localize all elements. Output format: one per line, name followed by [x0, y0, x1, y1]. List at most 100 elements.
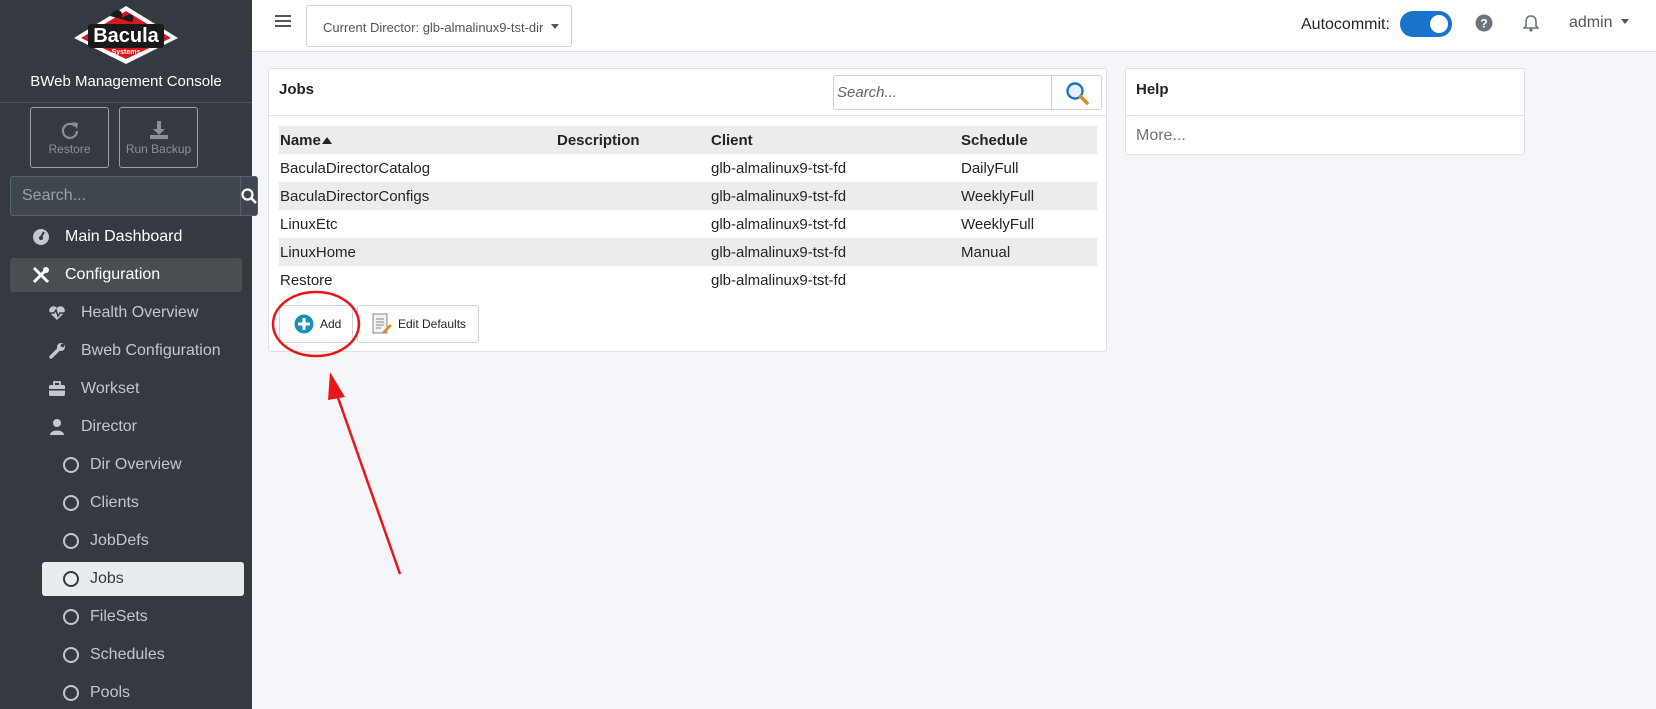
nav-jobdefs[interactable]: JobDefs: [42, 524, 244, 558]
table-row[interactable]: BaculaDirectorConfigs glb-almalinux9-tst…: [279, 182, 1097, 210]
table-header-row: Name Description Client Schedule: [279, 126, 1097, 154]
jobs-search: [833, 75, 1102, 110]
bacula-logo[interactable]: Bacula Systems: [66, 4, 186, 66]
cell-name: BaculaDirectorConfigs: [279, 182, 556, 210]
help-card: Help More...: [1125, 68, 1525, 155]
annotation-arrow-line: [334, 391, 402, 575]
dashboard-icon: [30, 228, 52, 246]
sidebar-nav: Main Dashboard Configuration Health Over…: [0, 220, 252, 709]
chevron-down-icon: [551, 24, 560, 29]
nav-workset[interactable]: Workset: [10, 372, 242, 406]
table-row[interactable]: LinuxEtc glb-almalinux9-tst-fd WeeklyFul…: [279, 210, 1097, 238]
action-row: Restore Run Backup: [0, 103, 252, 173]
jobs-card-title: Jobs: [279, 81, 315, 98]
add-job-button[interactable]: Add: [279, 305, 353, 343]
logo-subtext: Systems: [112, 49, 141, 56]
top-navbar: Current Director: glb-almalinux9-tst-dir…: [252, 0, 1656, 52]
cell-name: BaculaDirectorCatalog: [279, 154, 556, 182]
nav-workset-label: Workset: [81, 380, 140, 397]
circle-icon: [62, 533, 80, 549]
nav-configuration-label: Configuration: [65, 266, 161, 283]
column-header-schedule[interactable]: Schedule: [960, 126, 1097, 154]
nav-pools[interactable]: Pools: [42, 676, 244, 709]
edit-defaults-label: Edit Defaults: [398, 317, 467, 331]
nav-schedules[interactable]: Schedules: [42, 638, 244, 672]
edit-defaults-button[interactable]: Edit Defaults: [357, 305, 479, 343]
logo-text: Bacula: [93, 25, 159, 47]
cell-client: glb-almalinux9-tst-fd: [710, 210, 960, 238]
jobs-search-input[interactable]: [833, 75, 1052, 110]
restore-label: Restore: [48, 142, 91, 156]
nav-configuration[interactable]: Configuration: [10, 258, 242, 292]
column-header-client[interactable]: Client: [710, 126, 960, 154]
cell-client: glb-almalinux9-tst-fd: [710, 154, 960, 182]
cell-client: glb-almalinux9-tst-fd: [710, 266, 960, 294]
plus-circle-icon: [294, 314, 314, 334]
nav-health-overview[interactable]: Health Overview: [10, 296, 242, 330]
nav-bweb-configuration[interactable]: Bweb Configuration: [10, 334, 242, 368]
nav-director-label: Director: [81, 418, 138, 435]
user-menu[interactable]: admin: [1569, 14, 1629, 32]
tools-icon: [30, 266, 52, 284]
help-card-title: Help: [1136, 81, 1169, 98]
table-row[interactable]: Restore glb-almalinux9-tst-fd: [279, 266, 1097, 294]
download-icon: [149, 121, 168, 139]
autocommit-toggle[interactable]: [1400, 11, 1452, 37]
nav-schedules-label: Schedules: [90, 646, 165, 663]
cell-schedule: WeeklyFull: [960, 182, 1097, 210]
nav-filesets[interactable]: FileSets: [42, 600, 244, 634]
cell-name: LinuxHome: [279, 238, 556, 266]
nav-bweb-configuration-label: Bweb Configuration: [81, 342, 221, 359]
svg-text:?: ?: [1480, 17, 1487, 31]
user-tie-icon: [46, 418, 68, 436]
wrench-icon: [46, 342, 68, 360]
help-icon[interactable]: ?: [1475, 14, 1493, 36]
sort-ascending-icon: [321, 136, 332, 144]
run-backup-button[interactable]: Run Backup: [119, 107, 198, 168]
cell-schedule: Manual: [960, 238, 1097, 266]
column-header-description[interactable]: Description: [556, 126, 710, 154]
table-row[interactable]: BaculaDirectorCatalog glb-almalinux9-tst…: [279, 154, 1097, 182]
nav-main-dashboard[interactable]: Main Dashboard: [10, 220, 242, 254]
cell-schedule: WeeklyFull: [960, 210, 1097, 238]
sidebar-search-button[interactable]: [240, 176, 258, 216]
cell-description: [556, 266, 710, 294]
nav-dir-overview[interactable]: Dir Overview: [42, 448, 244, 482]
brand: Bacula Systems BWeb Management Console: [0, 4, 252, 103]
bell-icon[interactable]: [1522, 14, 1540, 36]
jobs-table: Name Description Client Schedule BaculaD…: [279, 126, 1097, 294]
nav-filesets-label: FileSets: [90, 608, 148, 625]
help-more-link[interactable]: More...: [1136, 127, 1186, 145]
nav-clients[interactable]: Clients: [42, 486, 244, 520]
toggle-knob: [1430, 15, 1448, 33]
cell-schedule: DailyFull: [960, 154, 1097, 182]
sidebar: Bacula Systems BWeb Management Console R…: [0, 0, 258, 709]
jobs-search-button[interactable]: [1052, 75, 1102, 110]
circle-icon: [62, 647, 80, 663]
nav-jobs[interactable]: Jobs: [42, 562, 244, 596]
menu-toggle-icon[interactable]: [275, 14, 291, 32]
column-header-name[interactable]: Name: [279, 126, 556, 154]
cell-name: Restore: [279, 266, 556, 294]
nav-health-overview-label: Health Overview: [81, 304, 199, 321]
card-divider: [1126, 115, 1524, 116]
nav-pools-label: Pools: [90, 684, 131, 701]
cell-description: [556, 238, 710, 266]
redo-icon: [61, 122, 78, 139]
circle-icon: [62, 457, 80, 473]
sidebar-search-input[interactable]: [10, 176, 240, 216]
current-director-dropdown[interactable]: Current Director: glb-almalinux9-tst-dir: [306, 5, 572, 47]
cell-description: [556, 154, 710, 182]
cell-client: glb-almalinux9-tst-fd: [710, 182, 960, 210]
nav-jobs-label: Jobs: [90, 570, 124, 587]
heartbeat-icon: [46, 305, 68, 321]
sidebar-search: [10, 176, 258, 216]
card-divider: [269, 115, 1106, 116]
nav-director[interactable]: Director: [10, 410, 242, 444]
circle-icon: [62, 609, 80, 625]
cell-description: [556, 210, 710, 238]
nav-main-dashboard-label: Main Dashboard: [65, 228, 183, 245]
table-row[interactable]: LinuxHome glb-almalinux9-tst-fd Manual: [279, 238, 1097, 266]
search-icon: [241, 188, 257, 204]
restore-button[interactable]: Restore: [30, 107, 109, 168]
